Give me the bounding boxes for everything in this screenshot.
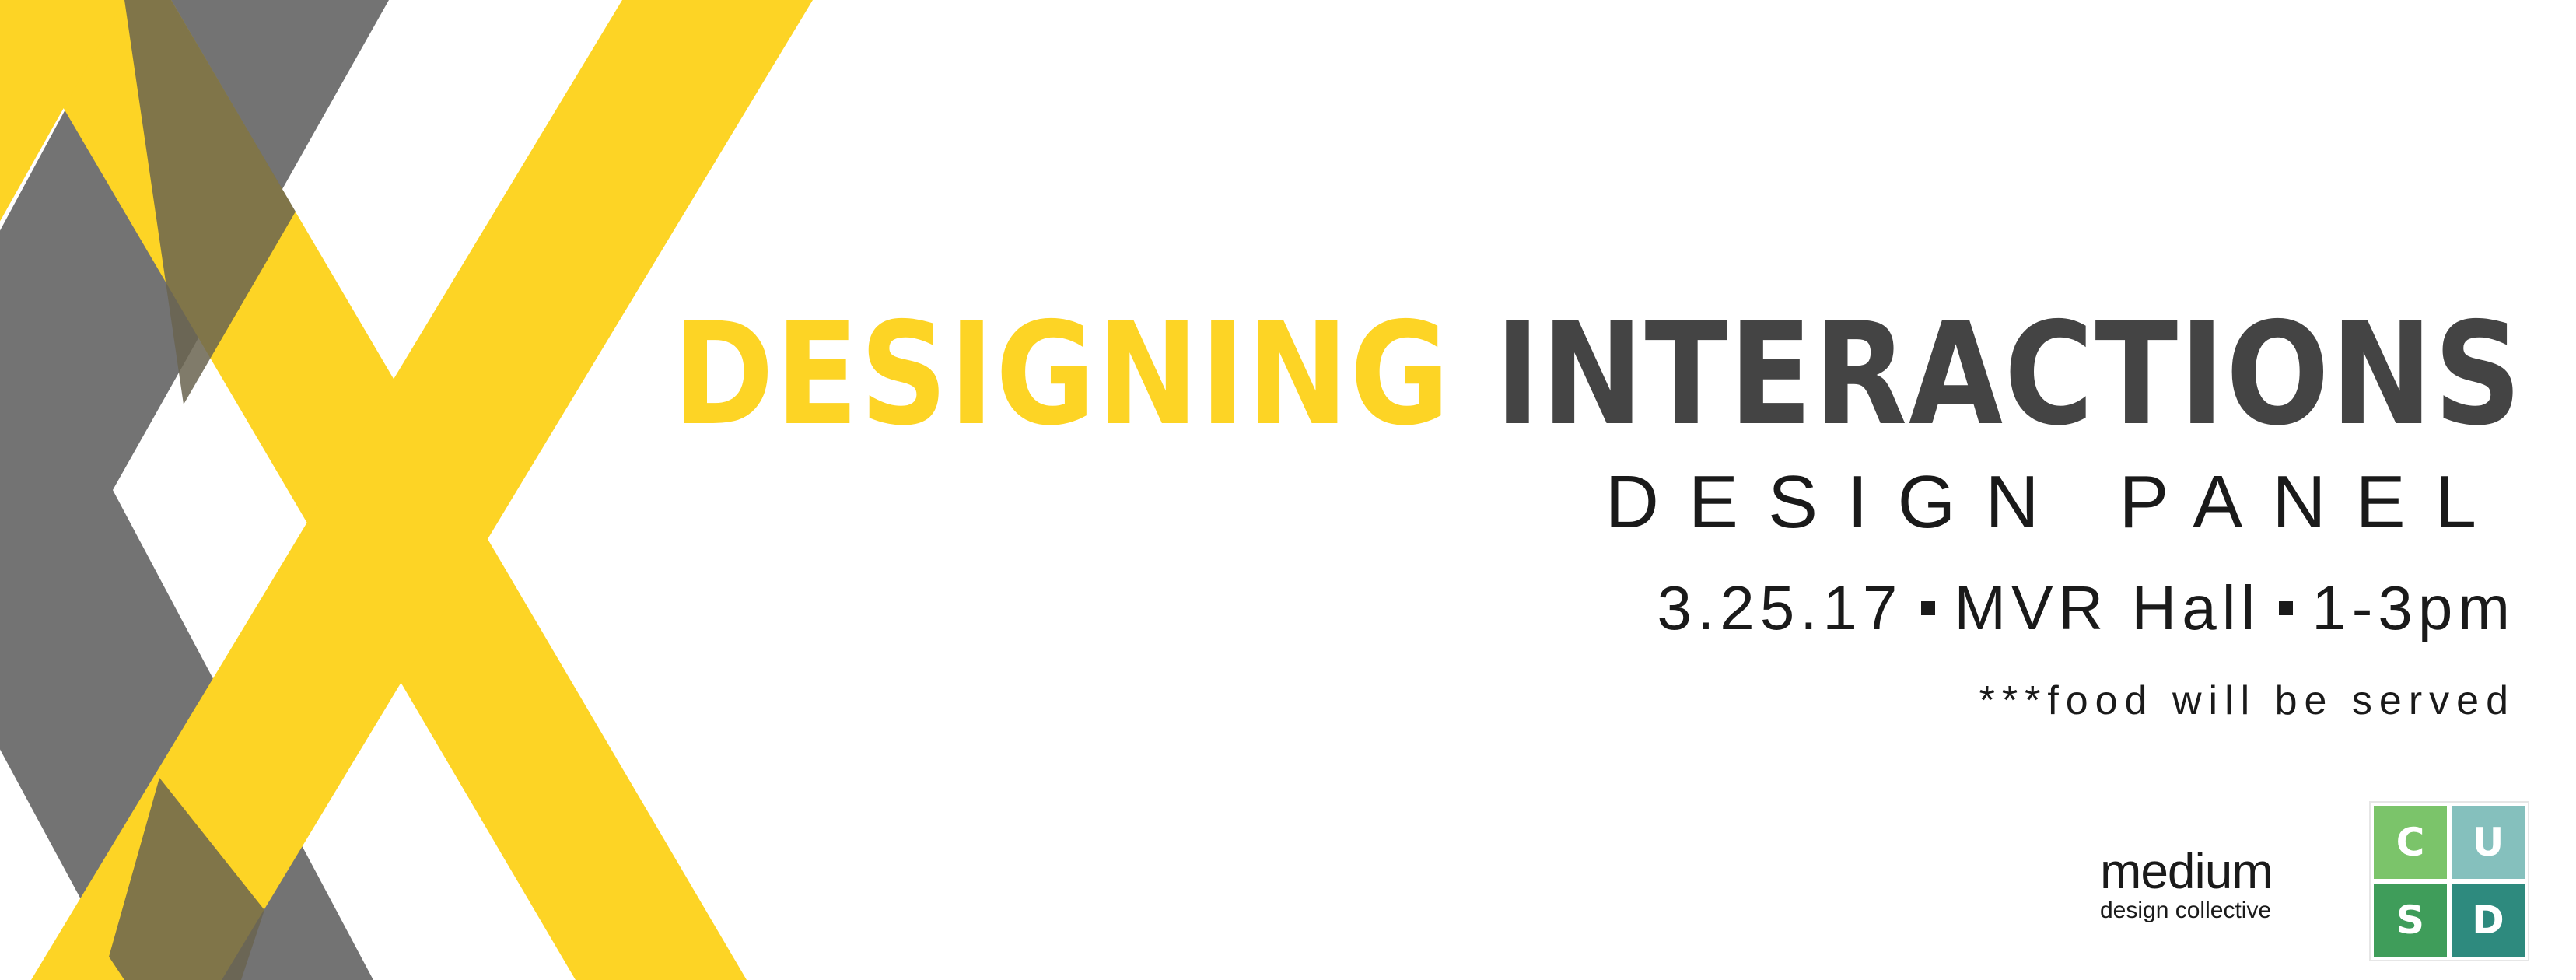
separator-square-icon [2279,600,2294,615]
event-time: 1-3pm [2312,573,2515,642]
food-note: ***food will be served [1979,678,2515,723]
event-details: 3.25.17 MVR Hall 1-3pm [1657,577,2516,639]
cusd-letter-c: C [2374,806,2447,879]
separator-square-icon [1921,600,1936,615]
medium-logo-word: medium [2100,843,2273,899]
event-location: MVR Hall [1954,573,2261,642]
abstract-k-x-graphic [0,0,813,980]
event-title: DESIGNING INTERACTIONS [673,303,2523,445]
medium-design-collective-logo: medium design collective [2100,846,2287,922]
medium-logo-tagline: design collective [2100,898,2272,923]
cusd-logo: C U S D [2369,801,2529,961]
cusd-letter-d: D [2452,884,2525,957]
title-word-interactions: INTERACTIONS [1495,292,2523,457]
title-word-designing: DESIGNING [673,292,1451,457]
event-banner: DESIGNING INTERACTIONS DESIGN PANEL 3.25… [0,0,2576,980]
event-date: 3.25.17 [1657,573,1903,642]
cusd-letter-u: U [2452,806,2525,879]
event-subtitle: DESIGN PANEL [1605,460,2506,544]
cusd-letter-s: S [2374,884,2447,957]
